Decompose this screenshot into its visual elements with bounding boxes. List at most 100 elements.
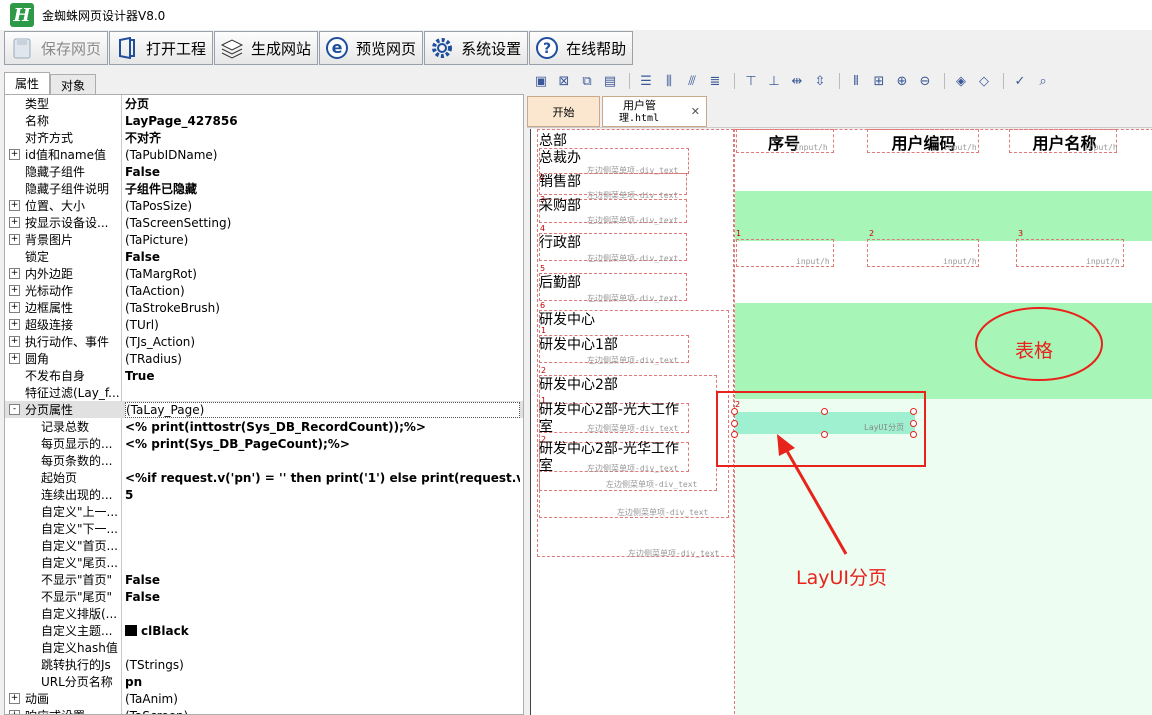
property-row[interactable]: + 位置、大小 (TaPosSize) xyxy=(5,197,523,214)
property-value[interactable]: LayPage_427856 xyxy=(125,114,520,128)
expand-icon[interactable]: + xyxy=(9,302,20,313)
expand-icon[interactable]: + xyxy=(9,285,20,296)
generate-site-button[interactable]: 生成网站 xyxy=(214,31,319,65)
tab-properties[interactable]: 属性 xyxy=(4,72,51,94)
property-row[interactable]: + 背景图片 (TaPicture) xyxy=(5,231,523,248)
property-value[interactable]: False xyxy=(125,250,520,264)
expand-icon[interactable]: + xyxy=(9,200,20,211)
property-value[interactable]: (TUrl) xyxy=(125,318,520,332)
property-value[interactable]: (TStrings) xyxy=(125,658,520,672)
property-row[interactable]: 自定义"上一... xyxy=(5,503,523,520)
property-row[interactable]: + 圆角 (TRadius) xyxy=(5,350,523,367)
property-row[interactable]: 不发布自身 True xyxy=(5,367,523,384)
property-row[interactable]: + 动画 (TaAnim) xyxy=(5,690,523,707)
copy-element-icon[interactable]: ⧉ xyxy=(577,71,597,91)
property-value[interactable]: (TaStrokeBrush) xyxy=(125,301,520,315)
property-value[interactable]: (TaScreenSetting) xyxy=(125,216,520,230)
property-value[interactable]: (TaPosSize) xyxy=(125,199,520,213)
property-value[interactable]: (TRadius) xyxy=(125,352,520,366)
dist-v-icon[interactable]: ⊞ xyxy=(869,71,889,91)
expand-icon[interactable]: + xyxy=(9,149,20,160)
expand-icon[interactable]: + xyxy=(9,353,20,364)
expand-icon[interactable]: + xyxy=(9,693,20,704)
property-value[interactable]: pn xyxy=(125,675,520,689)
expand-icon[interactable]: + xyxy=(9,234,20,245)
property-row[interactable]: 隐藏子组件说明 子组件已隐藏 xyxy=(5,180,523,197)
property-row[interactable]: + 按显示设备设... (TaScreenSetting) xyxy=(5,214,523,231)
property-row[interactable]: 自定义"下一... xyxy=(5,520,523,537)
property-value[interactable]: (TaAction) xyxy=(125,284,520,298)
save-page-button[interactable]: 保存网页 xyxy=(4,31,109,65)
spellcheck-icon[interactable]: ✓ xyxy=(1010,71,1030,91)
collapse-icon[interactable]: - xyxy=(9,404,20,415)
property-row[interactable]: + 执行动作、事件 (TJs_Action) xyxy=(5,333,523,350)
property-row[interactable]: URL分页名称 pn xyxy=(5,673,523,690)
delete-element-icon[interactable]: ⊠ xyxy=(554,71,574,91)
close-icon[interactable]: ✕ xyxy=(691,105,700,118)
new-element-icon[interactable]: ▣ xyxy=(531,71,551,91)
space-v-icon[interactable]: ⇳ xyxy=(810,71,830,91)
system-settings-button[interactable]: 系统设置 xyxy=(424,31,529,65)
property-row[interactable]: 名称 LayPage_427856 xyxy=(5,112,523,129)
property-row[interactable]: 不显示"首页" False xyxy=(5,571,523,588)
property-row[interactable]: 锁定 False xyxy=(5,248,523,265)
property-row[interactable]: + id值和name值 (TaPubIDName) xyxy=(5,146,523,163)
nav-item-7[interactable]: 研发中心1部 xyxy=(539,334,618,354)
property-row[interactable]: 每页显示的... <% print(Sys_DB_PageCount);%> xyxy=(5,435,523,452)
paste-element-icon[interactable]: ▤ xyxy=(600,71,620,91)
align-right-icon[interactable]: ≣ xyxy=(705,71,725,91)
property-row[interactable]: 跳转执行的Js (TStrings) xyxy=(5,656,523,673)
property-row[interactable]: 自定义"尾页... xyxy=(5,554,523,571)
property-value[interactable]: False xyxy=(125,573,520,587)
property-value[interactable]: (TaPicture) xyxy=(125,233,520,247)
expand-icon[interactable]: + xyxy=(9,710,20,714)
align-left-icon[interactable]: ☰ xyxy=(636,71,656,91)
property-row[interactable]: 连续出现的... 5 xyxy=(5,486,523,503)
property-value[interactable]: 分页 xyxy=(125,95,520,112)
property-value[interactable]: (TaPubIDName) xyxy=(125,148,520,162)
property-value[interactable]: (TaAnim) xyxy=(125,692,520,706)
resize-handle-mr[interactable] xyxy=(910,420,917,427)
nav-item-3[interactable]: 采购部 xyxy=(539,195,581,215)
nav-item-1[interactable]: 总裁办 xyxy=(539,147,581,167)
property-value[interactable]: <%if request.v('pn') = '' then print('1'… xyxy=(125,471,520,485)
middle-align-icon[interactable]: ⊥ xyxy=(764,71,784,91)
align-bottom-icon[interactable]: ⫻ xyxy=(682,71,702,91)
property-value[interactable]: <% print(Sys_DB_PageCount);%> xyxy=(125,437,520,451)
nav-item-8[interactable]: 研发中心2部 xyxy=(539,374,618,394)
property-value[interactable]: <% print(inttostr(Sys_DB_RecordCount));%… xyxy=(125,420,520,434)
preview-page-button[interactable]: e 预览网页 xyxy=(319,31,424,65)
property-row[interactable]: 起始页 <%if request.v('pn') = '' then print(… xyxy=(5,469,523,486)
dist-h-icon[interactable]: ⫴ xyxy=(846,71,866,91)
resize-handle-br[interactable] xyxy=(910,431,917,438)
property-row[interactable]: 自定义排版(... xyxy=(5,605,523,622)
property-value[interactable]: 子组件已隐藏 xyxy=(125,180,520,197)
expand-icon[interactable]: + xyxy=(9,319,20,330)
align-center-icon[interactable]: ⫼ xyxy=(659,71,679,91)
property-value[interactable]: clBlack xyxy=(125,624,520,638)
property-row[interactable]: - 分页属性 (TaLay_Page) xyxy=(5,401,523,418)
property-value[interactable]: 5 xyxy=(125,488,520,502)
property-row[interactable]: + 响应式设置 (TaScreen) xyxy=(5,707,523,715)
space-h-icon[interactable]: ⇹ xyxy=(787,71,807,91)
property-value[interactable]: (TaScreen) xyxy=(125,709,520,715)
zoom-icon[interactable]: ⌕ xyxy=(1033,71,1053,91)
resize-handle-tr[interactable] xyxy=(910,408,917,415)
open-project-button[interactable]: 打开工程 xyxy=(109,31,214,65)
nav-item-2[interactable]: 销售部 xyxy=(539,171,581,191)
tab-objects[interactable]: 对象 xyxy=(50,74,97,94)
send-back-icon[interactable]: ◇ xyxy=(974,71,994,91)
resize-handle-tm[interactable] xyxy=(821,408,828,415)
property-row[interactable]: + 超级连接 (TUrl) xyxy=(5,316,523,333)
resize-handle-tl[interactable] xyxy=(731,408,738,415)
property-row[interactable]: + 边框属性 (TaStrokeBrush) xyxy=(5,299,523,316)
nav-item-5[interactable]: 后勤部 xyxy=(539,272,581,292)
top-align-icon[interactable]: ⊤ xyxy=(741,71,761,91)
expand-icon[interactable]: + xyxy=(9,336,20,347)
tab-user-page[interactable]: 用户管 理.html ✕ xyxy=(602,96,707,127)
online-help-button[interactable]: ? 在线帮助 xyxy=(529,31,634,65)
property-row[interactable]: 类型 分页 xyxy=(5,95,523,112)
property-row[interactable]: 不显示"尾页" False xyxy=(5,588,523,605)
property-row[interactable]: + 光标动作 (TaAction) xyxy=(5,282,523,299)
expand-icon[interactable]: + xyxy=(9,217,20,228)
